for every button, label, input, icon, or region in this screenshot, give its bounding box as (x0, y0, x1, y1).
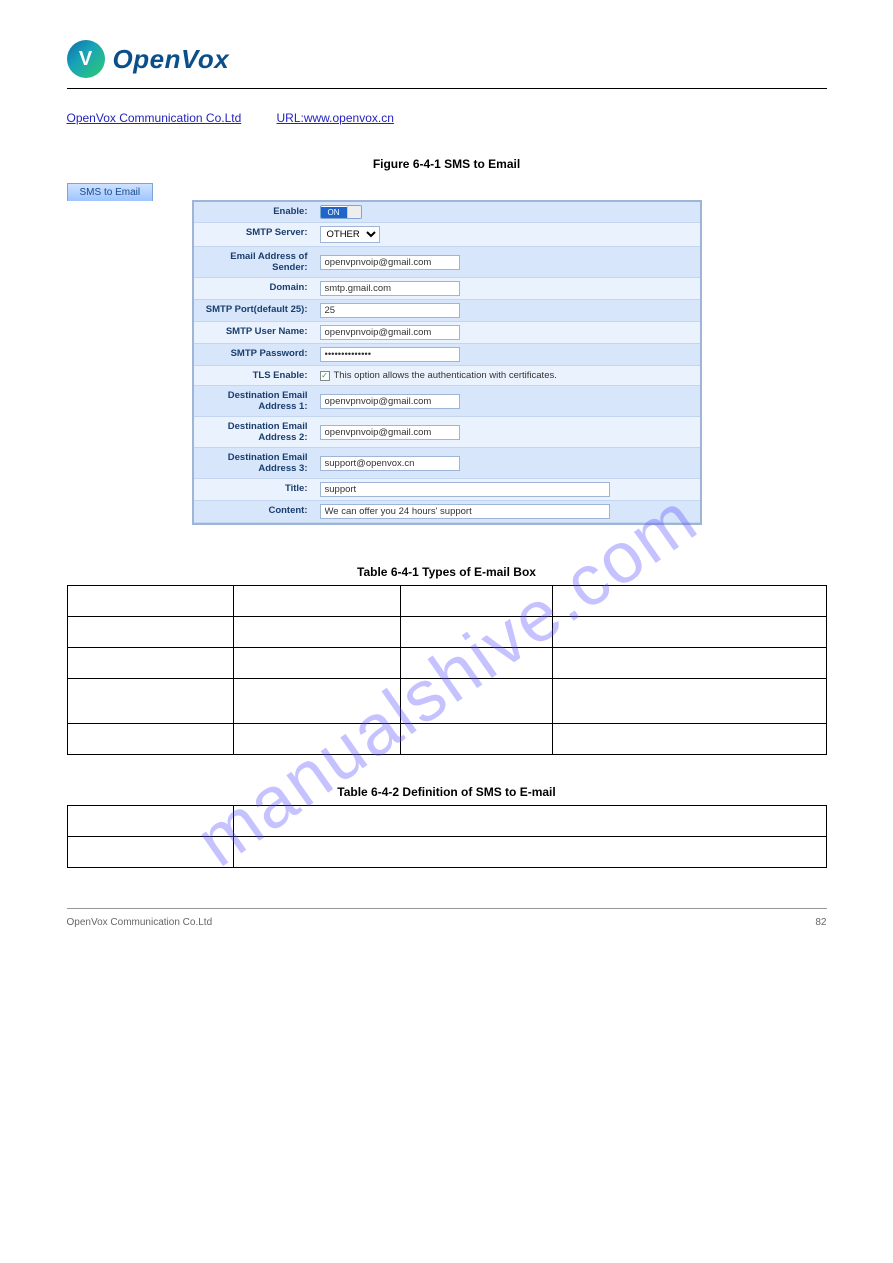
checkbox-tls[interactable]: ✓ (320, 371, 330, 381)
table-row: 163 smtp.163.com 25 off (67, 724, 826, 755)
logo-icon (67, 40, 105, 78)
table-row: Options Definition (67, 806, 826, 837)
header-link-row: OpenVox Communication Co.Ltd URL:www.ope… (67, 111, 827, 127)
table-row: Gmail smtp.gmail.com 587 on (67, 617, 826, 648)
table-row: Enable When you choose on, the following… (67, 837, 826, 868)
input-sender[interactable] (320, 255, 460, 270)
label-content: Content: (194, 501, 314, 522)
table2-caption: Table 6-4-2 Definition of SMS to E-mail (67, 785, 827, 799)
footer-company: OpenVox Communication Co.Ltd (67, 917, 213, 928)
label-sender: Email Address of Sender: (194, 247, 314, 277)
label-smtp-server: SMTP Server: (194, 223, 314, 246)
header-link-page[interactable] (697, 111, 827, 127)
header-link-url[interactable]: URL:www.openvox.cn (277, 111, 447, 127)
input-content[interactable] (320, 504, 610, 519)
label-dest2: Destination Email Address 2: (194, 417, 314, 447)
label-title: Title: (194, 479, 314, 500)
figure-caption: Figure 6-4-1 SMS to Email (67, 157, 827, 171)
tls-note: This option allows the authentication wi… (334, 370, 557, 381)
brand-logo: OpenVox (67, 40, 230, 78)
label-dest1: Destination Email Address 1: (194, 386, 314, 416)
table-row: Yahoo! smtp.mail.yahoo.com (not free) 58… (67, 679, 826, 724)
input-dest1[interactable] (320, 394, 460, 409)
input-dest2[interactable] (320, 425, 460, 440)
label-password: SMTP Password: (194, 344, 314, 365)
table-email-box-types: E-mail Box Type SMTP Server SMTP Port TL… (67, 585, 827, 755)
input-port[interactable] (320, 303, 460, 318)
label-dest3: Destination Email Address 3: (194, 448, 314, 478)
input-password[interactable] (320, 347, 460, 362)
table1-caption: Table 6-4-1 Types of E-mail Box (67, 565, 827, 579)
table-sms-to-email-def: Options Definition Enable When you choos… (67, 805, 827, 868)
label-user: SMTP User Name: (194, 322, 314, 343)
page-footer: OpenVox Communication Co.Ltd 82 (67, 908, 827, 928)
input-title[interactable] (320, 482, 610, 497)
select-smtp-server[interactable]: OTHER (320, 226, 380, 243)
label-domain: Domain: (194, 278, 314, 299)
table-row: HotMail smtp.live.com 587 on (67, 648, 826, 679)
panel-tab: SMS to Email (67, 183, 154, 201)
brand-name: OpenVox (113, 44, 230, 75)
toggle-enable[interactable]: ON (320, 205, 362, 219)
input-domain[interactable] (320, 281, 460, 296)
table-row: E-mail Box Type SMTP Server SMTP Port TL… (67, 586, 826, 617)
label-tls: TLS Enable: (194, 366, 314, 385)
input-username[interactable] (320, 325, 460, 340)
label-port: SMTP Port(default 25): (194, 300, 314, 321)
header-link-company[interactable]: OpenVox Communication Co.Ltd (67, 111, 247, 127)
footer-page-number: 82 (815, 917, 826, 928)
sms-to-email-panel: SMS to Email Enable: ON SMTP Server: (67, 181, 827, 525)
label-enable: Enable: (194, 202, 314, 222)
page-header: OpenVox (67, 40, 827, 89)
input-dest3[interactable] (320, 456, 460, 471)
